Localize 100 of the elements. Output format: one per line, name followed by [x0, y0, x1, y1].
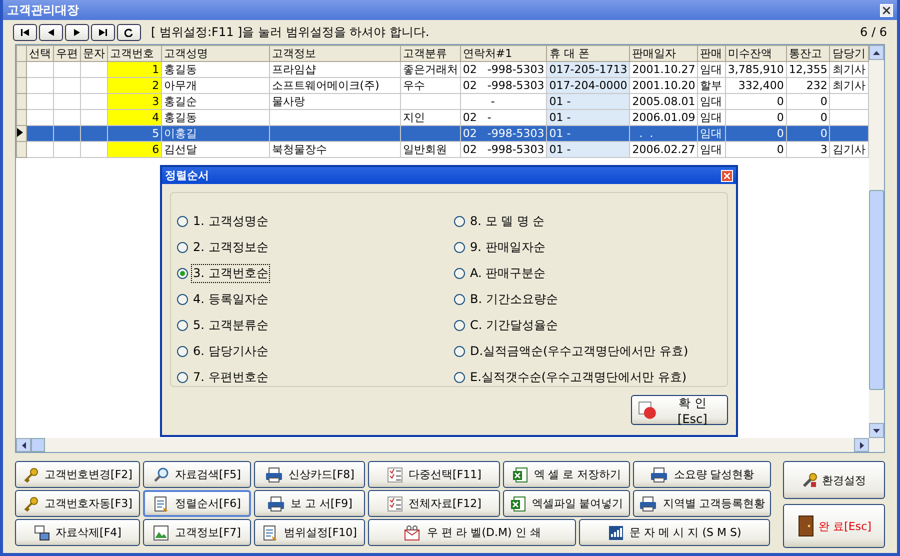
table-cell: 3: [108, 94, 162, 110]
ok-button[interactable]: 확 인[Esc]: [631, 395, 728, 425]
table-cell: 0: [786, 126, 830, 142]
radio-button[interactable]: [454, 294, 465, 304]
close-button[interactable]: [880, 4, 893, 16]
radio-button[interactable]: [454, 216, 465, 226]
function-button[interactable]: 자료삭제[F4]: [15, 519, 140, 546]
radio-label[interactable]: 2. 고객정보순: [191, 238, 270, 256]
next-record-button[interactable]: [65, 24, 89, 40]
current-row-icon: [18, 128, 23, 137]
radio-label[interactable]: A. 판매구분순: [468, 264, 548, 282]
radio-button[interactable]: [177, 216, 188, 226]
radio-button[interactable]: [454, 268, 465, 278]
radio-label[interactable]: 6. 담당기사순: [191, 342, 270, 360]
column-header[interactable]: 고객분류: [400, 46, 460, 62]
table-cell: 0: [786, 94, 830, 110]
radio-button[interactable]: [454, 346, 465, 356]
radio-label[interactable]: 7. 우편번호순: [191, 368, 270, 386]
function-button[interactable]: 엑셀파일 붙여넣기: [503, 490, 630, 517]
function-button[interactable]: 고객번호변경[F2]: [15, 461, 140, 488]
checklist-icon: [386, 496, 403, 512]
radio-label[interactable]: B. 기간소요량순: [468, 290, 560, 308]
column-header[interactable]: 미수잔액: [725, 46, 786, 62]
radio-button[interactable]: [454, 320, 465, 330]
table-cell: 일반회원: [400, 142, 460, 158]
function-button[interactable]: 고객번호자동[F3]: [15, 490, 140, 517]
radio-button[interactable]: [177, 320, 188, 330]
scroll-left-button[interactable]: [16, 438, 31, 452]
function-button[interactable]: 고객정보[F7]: [143, 519, 251, 546]
function-button[interactable]: 정렬순서[F6]: [143, 490, 251, 517]
function-button[interactable]: 신상카드[F8]: [254, 461, 365, 488]
function-button[interactable]: 지역별 고객등록현황: [633, 490, 771, 517]
radio-label[interactable]: D.실적금액순(우수고객명단에서만 유효): [468, 342, 690, 360]
table-cell: 3: [786, 142, 830, 158]
last-record-button[interactable]: [91, 24, 115, 40]
function-button[interactable]: 소요량 달성현황: [633, 461, 771, 488]
column-header[interactable]: 판매: [698, 46, 726, 62]
column-header[interactable]: 고객성명: [162, 46, 270, 62]
scroll-up-button[interactable]: [869, 45, 884, 60]
radio-label[interactable]: 4. 등록일자순: [191, 290, 270, 308]
spreadsheet-icon: [510, 496, 526, 512]
radio-button[interactable]: [177, 242, 188, 252]
radio-button[interactable]: [177, 268, 188, 278]
radio-label[interactable]: 9. 판매일자순: [468, 238, 548, 256]
function-button[interactable]: 전체자료[F12]: [368, 490, 500, 517]
table-cell: 프라임샵: [269, 62, 400, 78]
exit-button[interactable]: 완 료[Esc]: [783, 504, 885, 548]
first-record-button[interactable]: [13, 24, 37, 40]
scroll-thumb[interactable]: [869, 190, 884, 390]
function-button[interactable]: 문 자 메 시 지 (S M S): [579, 519, 770, 546]
table-cell: 5: [108, 126, 162, 142]
table-cell: 4: [108, 110, 162, 126]
function-button[interactable]: 자료검색[F5]: [143, 461, 251, 488]
column-header[interactable]: 고객정보: [269, 46, 400, 62]
radio-label[interactable]: C. 기간달성율순: [468, 316, 560, 334]
table-cell: 01 -: [546, 126, 630, 142]
scroll-thumb[interactable]: [31, 438, 45, 452]
radio-label[interactable]: 1. 고객성명순: [191, 212, 270, 230]
radio-label[interactable]: 8. 모 델 명 순: [468, 212, 547, 230]
close-button[interactable]: [721, 170, 733, 182]
radio-button[interactable]: [177, 372, 188, 382]
refresh-button[interactable]: [117, 24, 141, 40]
image-icon: [153, 524, 170, 540]
dialog-title: 정렬순서: [165, 168, 209, 183]
row-indicator[interactable]: [16, 126, 27, 142]
column-header[interactable]: 고객번호: [108, 46, 162, 62]
left-arrow-icon: [22, 442, 26, 448]
table-cell: 017-205-1713: [546, 62, 630, 78]
function-button[interactable]: 다중선택[F11]: [368, 461, 500, 488]
column-header[interactable]: 연락처#1: [460, 46, 547, 62]
refresh-icon: [124, 28, 134, 36]
column-header[interactable]: 선택: [26, 46, 54, 62]
radio-button[interactable]: [454, 372, 465, 382]
column-header[interactable]: 담당기: [830, 46, 868, 62]
function-button[interactable]: 범위설정[F10]: [254, 519, 365, 546]
previous-record-button[interactable]: [39, 24, 63, 40]
table-cell: 02 -998-5303: [460, 126, 547, 142]
radio-button[interactable]: [177, 346, 188, 356]
settings-button[interactable]: 환경설정: [783, 461, 885, 499]
next-icon: [72, 28, 82, 36]
last-icon: [98, 28, 108, 36]
radio-label[interactable]: 3. 고객번호순: [191, 264, 270, 282]
column-header[interactable]: 문자: [80, 46, 108, 62]
radio-button[interactable]: [454, 242, 465, 252]
function-button[interactable]: 엑 셀 로 저장하기: [503, 461, 630, 488]
column-header[interactable]: 휴 대 폰: [546, 46, 630, 62]
function-button[interactable]: 우 편 라 벨(D.M) 인 쇄: [368, 519, 576, 546]
scroll-down-button[interactable]: [869, 423, 884, 438]
radio-button[interactable]: [177, 294, 188, 304]
hint-message: [ 범위설정:F11 ]을 눌러 범위설정을 하셔야 합니다.: [151, 24, 430, 40]
column-header[interactable]: 우편: [54, 46, 81, 62]
row-header: [16, 46, 27, 62]
column-header[interactable]: 판매일자: [630, 46, 698, 62]
column-header[interactable]: 통잔고: [786, 46, 830, 62]
scroll-right-button[interactable]: [854, 438, 869, 452]
radio-label[interactable]: 5. 고객분류순: [191, 316, 270, 334]
radio-label[interactable]: E.실적갯수순(우수고객명단에서만 유효): [468, 368, 689, 386]
right-arrow-icon: [860, 442, 864, 448]
table-cell: 홍길동: [162, 62, 270, 78]
function-button[interactable]: 보 고 서[F9]: [254, 490, 365, 517]
